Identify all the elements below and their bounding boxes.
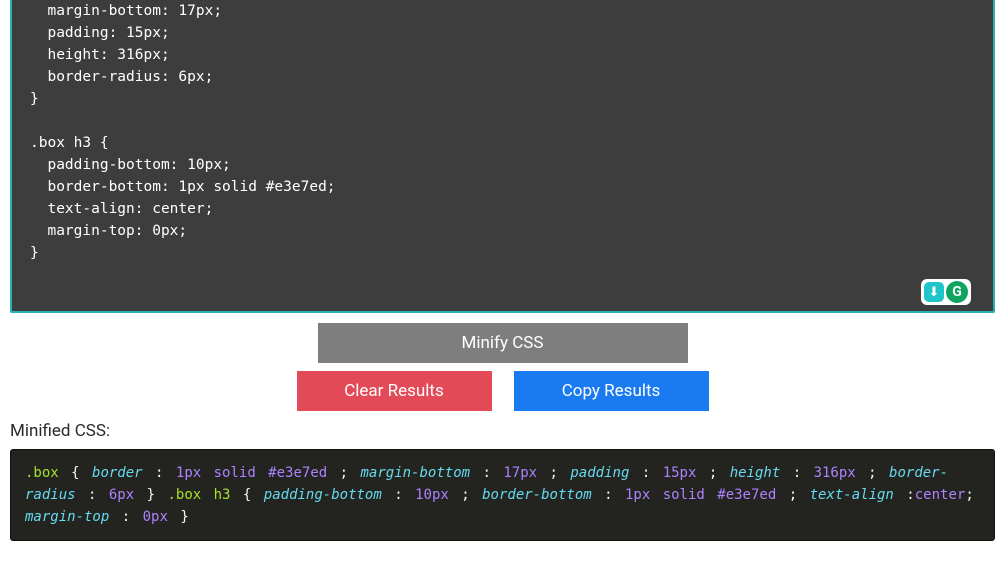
code-token: : bbox=[109, 509, 142, 525]
code-token: ; bbox=[449, 487, 482, 503]
code-token: margin-bottom bbox=[360, 465, 470, 481]
code-token: { bbox=[59, 465, 92, 481]
code-token: margin-top bbox=[25, 509, 109, 525]
code-token: 10px bbox=[415, 487, 449, 503]
minified-output[interactable]: .box { border : 1px solid #e3e7ed ; marg… bbox=[10, 449, 995, 541]
code-token: height bbox=[730, 465, 781, 481]
primary-button-row: Minify CSS bbox=[0, 323, 1005, 363]
code-token: ; bbox=[965, 487, 973, 503]
secondary-button-row: Clear Results Copy Results bbox=[0, 371, 1005, 411]
code-token: 15px bbox=[663, 465, 697, 481]
code-token: : bbox=[382, 487, 415, 503]
code-token: padding-bottom bbox=[264, 487, 382, 503]
code-token: border bbox=[92, 465, 143, 481]
copy-results-button[interactable]: Copy Results bbox=[514, 371, 709, 411]
code-token: : bbox=[76, 487, 109, 503]
code-token: padding bbox=[570, 465, 629, 481]
code-token: 1px solid #e3e7ed bbox=[625, 487, 776, 503]
css-input-textarea[interactable] bbox=[12, 0, 993, 311]
code-token: border-bottom bbox=[482, 487, 592, 503]
css-input-container: ⬇ G bbox=[10, 0, 995, 313]
clear-results-button[interactable]: Clear Results bbox=[297, 371, 492, 411]
code-token: 1px solid #e3e7ed bbox=[176, 465, 327, 481]
code-token: text-align bbox=[810, 487, 894, 503]
code-token: 0px bbox=[143, 509, 168, 525]
minify-button[interactable]: Minify CSS bbox=[318, 323, 688, 363]
code-token: 17px bbox=[503, 465, 537, 481]
code-token: center bbox=[915, 487, 966, 503]
code-token: : bbox=[629, 465, 662, 481]
code-token: : bbox=[894, 487, 915, 503]
code-token: 316px bbox=[814, 465, 856, 481]
extension-badges: ⬇ G bbox=[921, 279, 971, 305]
code-token: ; bbox=[537, 465, 570, 481]
result-label: Minified CSS: bbox=[10, 421, 995, 441]
code-token: ; bbox=[696, 465, 729, 481]
extension-icon[interactable]: ⬇ bbox=[924, 282, 944, 302]
code-token: } bbox=[168, 509, 189, 525]
code-token: 6px bbox=[109, 487, 134, 503]
code-token: ; bbox=[856, 465, 889, 481]
code-token: : bbox=[592, 487, 625, 503]
code-token: ; bbox=[776, 487, 809, 503]
code-token: } bbox=[134, 487, 167, 503]
code-token: : bbox=[780, 465, 813, 481]
code-token: .box h3 bbox=[167, 487, 230, 503]
code-token: : bbox=[470, 465, 503, 481]
code-token: .box bbox=[25, 465, 59, 481]
code-token: : bbox=[143, 465, 176, 481]
grammarly-icon[interactable]: G bbox=[946, 281, 968, 303]
code-token: ; bbox=[327, 465, 360, 481]
code-token: { bbox=[230, 487, 263, 503]
